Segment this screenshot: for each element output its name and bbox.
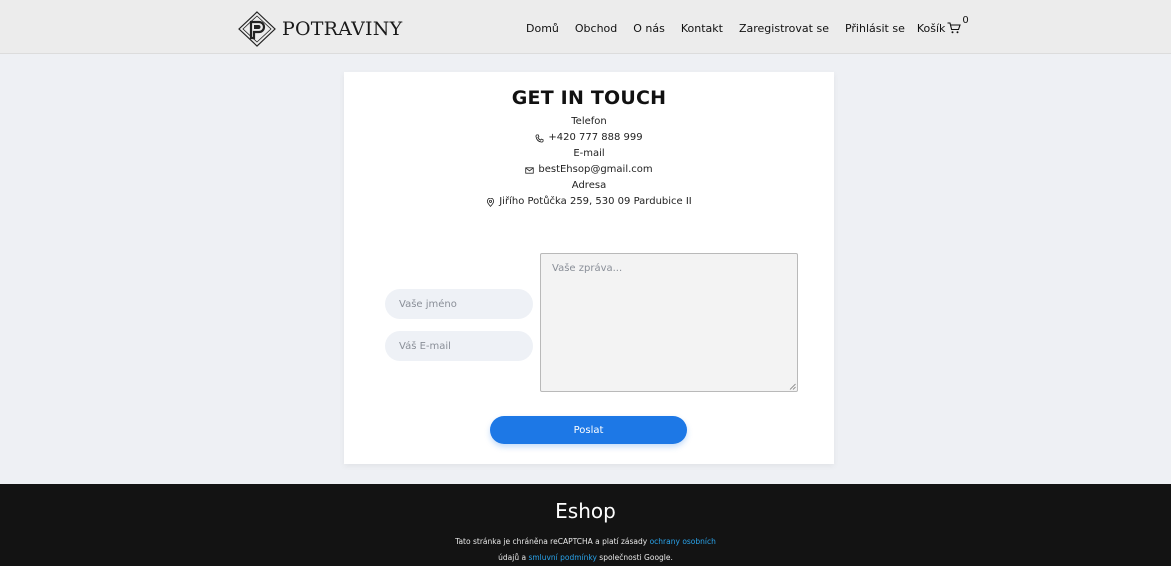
phone-number: +420 777 888 999: [548, 132, 643, 143]
phone-icon: [535, 133, 544, 143]
email-input[interactable]: [385, 331, 533, 361]
street-address: Jiřího Potůčka 259, 530 09 Pardubice II: [499, 196, 692, 207]
location-pin-icon: [487, 197, 495, 207]
email-label: E-mail: [573, 148, 605, 159]
brand-name: POTRAVINY: [282, 18, 403, 40]
privacy-policy-link[interactable]: ochrany osobních: [650, 537, 716, 546]
email-row: bestEhsop@gmail.com: [344, 162, 834, 178]
nav-link-home[interactable]: Domů: [526, 22, 559, 35]
contact-info: Telefon +420 777 888 999 E-mail bestEhso…: [344, 114, 834, 210]
name-input[interactable]: [385, 289, 533, 319]
footer-recaptcha-notice: Tato stránka je chráněna reCAPTCHA a pla…: [0, 534, 1171, 566]
nav-link-about[interactable]: O nás: [633, 22, 665, 35]
cart-icon: [947, 22, 962, 34]
address-label: Adresa: [571, 180, 607, 191]
cart-count-badge: 0: [962, 15, 969, 26]
brand-logo[interactable]: POTRAVINY: [237, 11, 402, 47]
site-header: POTRAVINY Domů Obchod O nás Kontakt Zare…: [0, 0, 1171, 54]
nav-link-contact[interactable]: Kontakt: [681, 22, 723, 35]
contact-card: GET IN TOUCH Telefon +420 777 888 999 E-…: [344, 72, 834, 464]
contact-title: GET IN TOUCH: [511, 87, 667, 109]
phone-label: Telefon: [571, 116, 607, 127]
footer-text-part2: údajů a: [498, 553, 529, 562]
address-row: Jiřího Potůčka 259, 530 09 Pardubice II: [344, 194, 834, 210]
main-nav: Domů Obchod O nás Kontakt Zaregistrovat …: [526, 15, 969, 35]
nav-link-register[interactable]: Zaregistrovat se: [739, 22, 829, 35]
cart-link[interactable]: Košík 0: [916, 15, 969, 35]
site-footer: Eshop Tato stránka je chráněna reCAPTCHA…: [0, 484, 1171, 566]
cart-label: Košík: [916, 22, 946, 35]
terms-link[interactable]: smluvní podmínky: [528, 553, 596, 562]
email-address: bestEhsop@gmail.com: [538, 164, 653, 175]
footer-text-part3: společnosti Google.: [596, 553, 673, 562]
logo-diamond-icon: [238, 11, 276, 47]
footer-title: Eshop: [555, 499, 616, 523]
footer-text-part1: Tato stránka je chráněna reCAPTCHA a pla…: [455, 537, 650, 546]
send-button[interactable]: Poslat: [490, 416, 687, 444]
nav-link-login[interactable]: Přihlásit se: [845, 22, 905, 35]
nav-link-shop[interactable]: Obchod: [575, 22, 617, 35]
message-textarea[interactable]: [540, 253, 798, 392]
phone-row: +420 777 888 999: [344, 130, 834, 146]
mail-icon: [525, 166, 535, 174]
